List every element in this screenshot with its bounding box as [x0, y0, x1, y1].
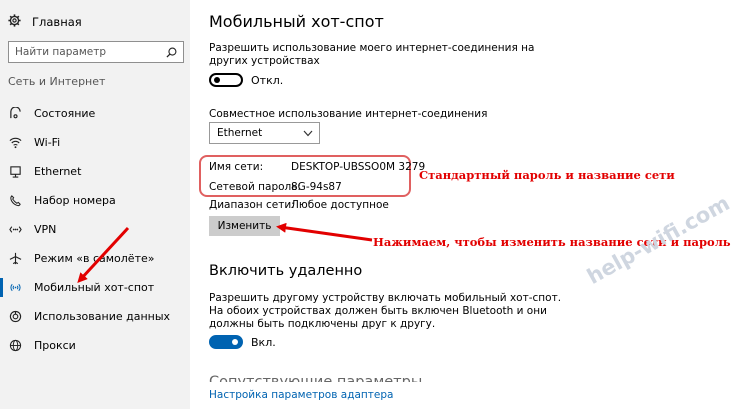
- main-content: Мобильный хот-спот Разрешить использован…: [190, 0, 750, 409]
- section-label: Сеть и Интернет: [8, 75, 106, 88]
- band-label: Диапазон сети:: [209, 199, 295, 211]
- connection-label: Совместное использование интернет-соедин…: [209, 108, 488, 120]
- sidebar-item-data-usage[interactable]: Использование данных: [0, 302, 190, 331]
- airplane-icon: [8, 252, 22, 266]
- sidebar-item-proxy[interactable]: Прокси: [0, 331, 190, 360]
- globe-icon: [8, 339, 22, 353]
- sidebar-item-label: Wi-Fi: [34, 136, 61, 149]
- sidebar: Главная Сеть и Интернет Состояние Wi-Fi …: [0, 0, 190, 409]
- vpn-icon: [8, 223, 22, 237]
- search-box[interactable]: [8, 41, 184, 63]
- share-toggle[interactable]: [209, 73, 243, 87]
- annotation-default-credentials: Стандартный пароль и название сети: [419, 168, 675, 182]
- wifi-icon: [8, 136, 22, 150]
- sidebar-item-hotspot[interactable]: Мобильный хот-спот: [0, 273, 190, 302]
- remote-description-line1: Разрешить другому устройству включать мо…: [209, 292, 562, 304]
- remote-description-line2: На обоих устройствах должен быть включен…: [209, 305, 547, 317]
- data-usage-icon: [8, 310, 22, 324]
- sidebar-item-airplane[interactable]: Режим «в самолёте»: [0, 244, 190, 273]
- chevron-down-icon: [303, 130, 313, 136]
- status-icon: [8, 107, 22, 121]
- network-name-label: Имя сети:: [209, 161, 264, 173]
- sidebar-item-status[interactable]: Состояние: [0, 99, 190, 128]
- share-description-line1: Разрешить использование моего интернет-с…: [209, 42, 535, 54]
- page-title: Мобильный хот-спот: [209, 12, 384, 31]
- share-toggle-row: Откл.: [209, 73, 283, 87]
- sidebar-item-label: Набор номера: [34, 194, 116, 207]
- share-description-line2: других устройствах: [209, 55, 320, 67]
- sidebar-item-label: Мобильный хот-спот: [34, 281, 155, 294]
- connection-select-value: Ethernet: [217, 127, 263, 139]
- sidebar-item-dialup[interactable]: Набор номера: [0, 186, 190, 215]
- sidebar-item-label: Состояние: [34, 107, 96, 120]
- ethernet-icon: [8, 165, 22, 179]
- password-label: Сетевой пароль:: [209, 181, 301, 193]
- sidebar-item-label: VPN: [34, 223, 57, 236]
- sidebar-item-wifi[interactable]: Wi-Fi: [0, 128, 190, 157]
- sidebar-item-label: Прокси: [34, 339, 76, 352]
- share-toggle-label: Откл.: [251, 73, 284, 87]
- connection-select[interactable]: Ethernet: [209, 122, 320, 144]
- sidebar-item-vpn[interactable]: VPN: [0, 215, 190, 244]
- sidebar-item-ethernet[interactable]: Ethernet: [0, 157, 190, 186]
- gear-icon: [8, 13, 24, 31]
- sidebar-item-label: Режим «в самолёте»: [34, 252, 155, 265]
- dialup-icon: [8, 194, 22, 208]
- adapter-settings-link[interactable]: Настройка параметров адаптера: [209, 389, 393, 401]
- nav-list: Состояние Wi-Fi Ethernet Набор номера VP…: [0, 99, 190, 360]
- remote-toggle-label: Вкл.: [251, 335, 276, 349]
- sidebar-item-label: Использование данных: [34, 310, 171, 323]
- edit-button[interactable]: Изменить: [209, 216, 280, 236]
- remote-toggle-row: Вкл.: [209, 335, 276, 349]
- remote-toggle[interactable]: [209, 335, 243, 349]
- band-value: Любое доступное: [291, 199, 389, 211]
- related-settings-title: Сопутствующие параметры: [209, 374, 423, 382]
- hotspot-icon: [8, 281, 22, 295]
- search-icon[interactable]: [166, 47, 177, 58]
- nav-home-label: Главная: [32, 15, 82, 29]
- nav-home[interactable]: Главная: [8, 12, 82, 32]
- password-value: 8G-94s87: [291, 181, 342, 193]
- sidebar-item-label: Ethernet: [34, 165, 82, 178]
- remote-description-line3: должны быть подключены друг к другу.: [209, 318, 436, 330]
- network-name-value: DESKTOP-UBSSO0M 3279: [291, 161, 426, 173]
- search-input[interactable]: [15, 46, 155, 58]
- remote-title: Включить удаленно: [209, 263, 363, 279]
